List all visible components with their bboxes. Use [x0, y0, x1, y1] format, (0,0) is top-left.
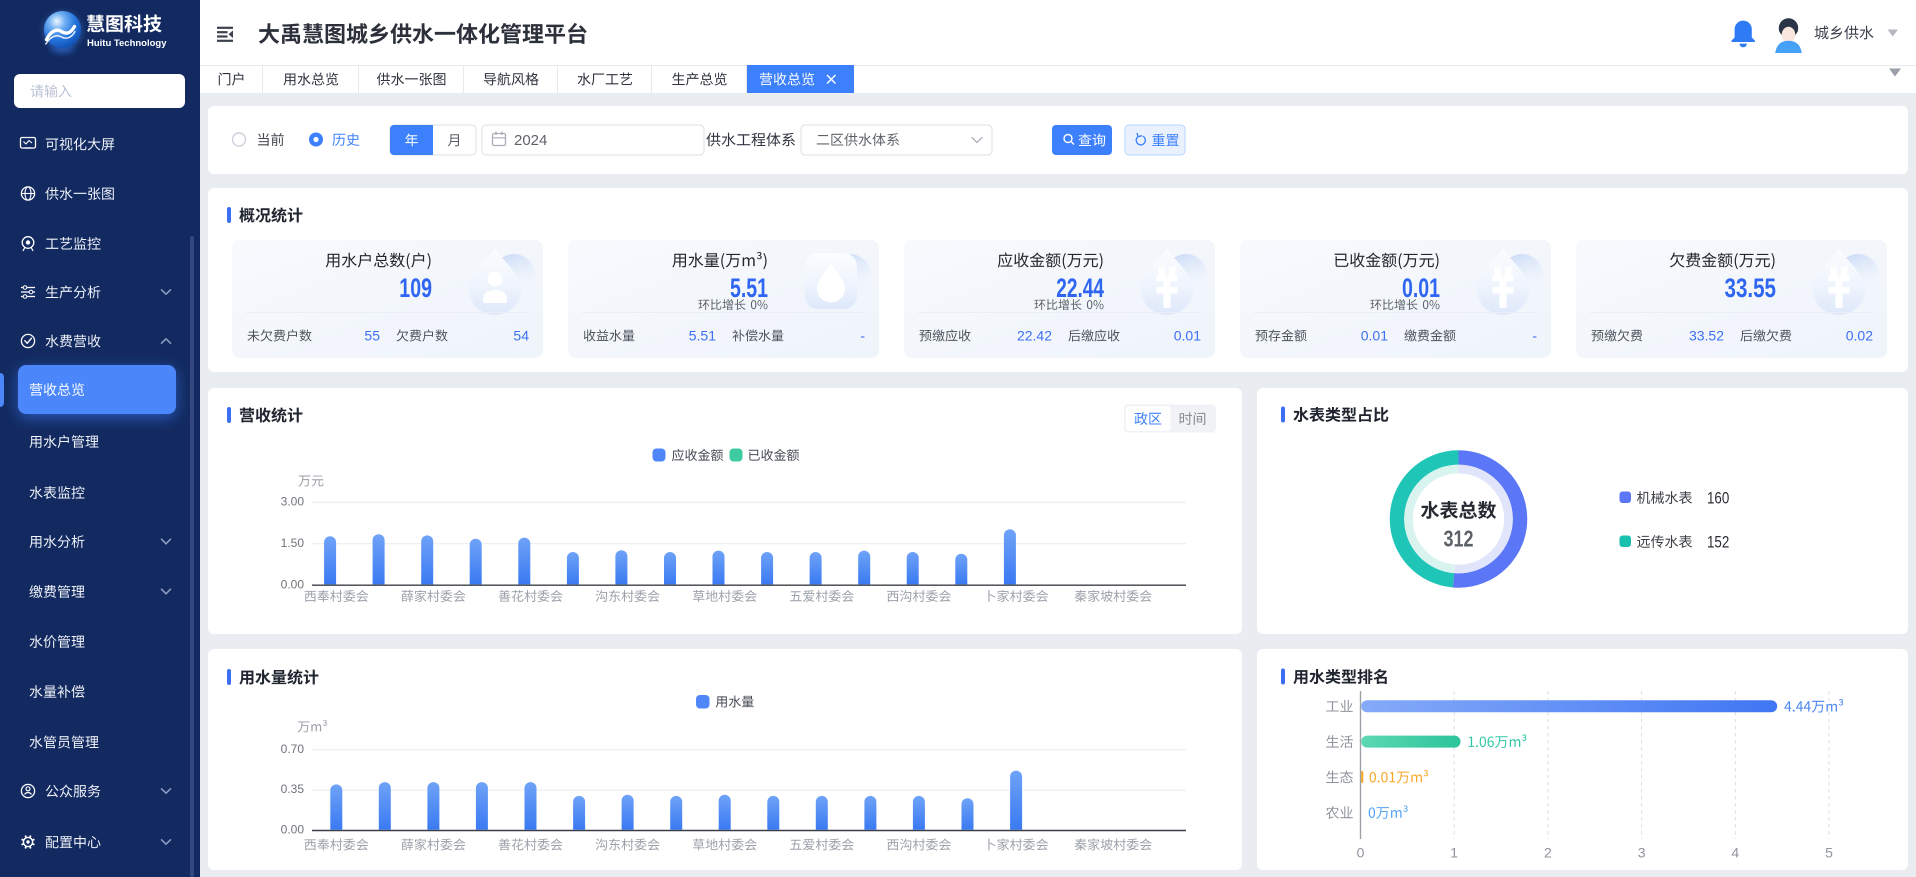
svg-text:0.02: 0.02 — [1846, 328, 1873, 344]
svg-text:33.55: 33.55 — [1725, 273, 1777, 303]
svg-text:1: 1 — [1450, 845, 1458, 861]
svg-text:0.01: 0.01 — [1174, 328, 1201, 344]
svg-text:0.01: 0.01 — [1402, 273, 1440, 303]
svg-text:1.50: 1.50 — [281, 536, 305, 550]
svg-text:0.70: 0.70 — [281, 742, 305, 756]
svg-text:160: 160 — [1707, 489, 1729, 508]
svg-text:33.52: 33.52 — [1689, 328, 1724, 344]
svg-text:109: 109 — [399, 273, 432, 303]
svg-text:152: 152 — [1707, 533, 1729, 552]
svg-text:0.00: 0.00 — [281, 577, 305, 591]
svg-text:0.35: 0.35 — [281, 782, 305, 796]
svg-text:22.42: 22.42 — [1017, 328, 1052, 344]
svg-text:Huitu Technology: Huitu Technology — [87, 38, 167, 49]
svg-text:-: - — [1532, 328, 1537, 344]
svg-text:3: 3 — [1638, 845, 1646, 861]
svg-text:4: 4 — [1731, 845, 1739, 861]
svg-text:5: 5 — [1825, 845, 1833, 861]
svg-text:0: 0 — [1357, 845, 1365, 861]
svg-text:0.00: 0.00 — [281, 823, 305, 837]
svg-text:312: 312 — [1444, 526, 1474, 552]
svg-text:54: 54 — [513, 328, 529, 344]
svg-text:3.00: 3.00 — [281, 494, 305, 508]
svg-text:55: 55 — [364, 328, 380, 344]
svg-text:-: - — [860, 328, 865, 344]
svg-text:2024: 2024 — [514, 132, 547, 149]
svg-text:0.01: 0.01 — [1361, 328, 1388, 344]
svg-text:5.51: 5.51 — [689, 328, 716, 344]
svg-text:5.51: 5.51 — [730, 273, 768, 303]
svg-text:22.44: 22.44 — [1056, 273, 1104, 303]
svg-text:2: 2 — [1544, 845, 1552, 861]
